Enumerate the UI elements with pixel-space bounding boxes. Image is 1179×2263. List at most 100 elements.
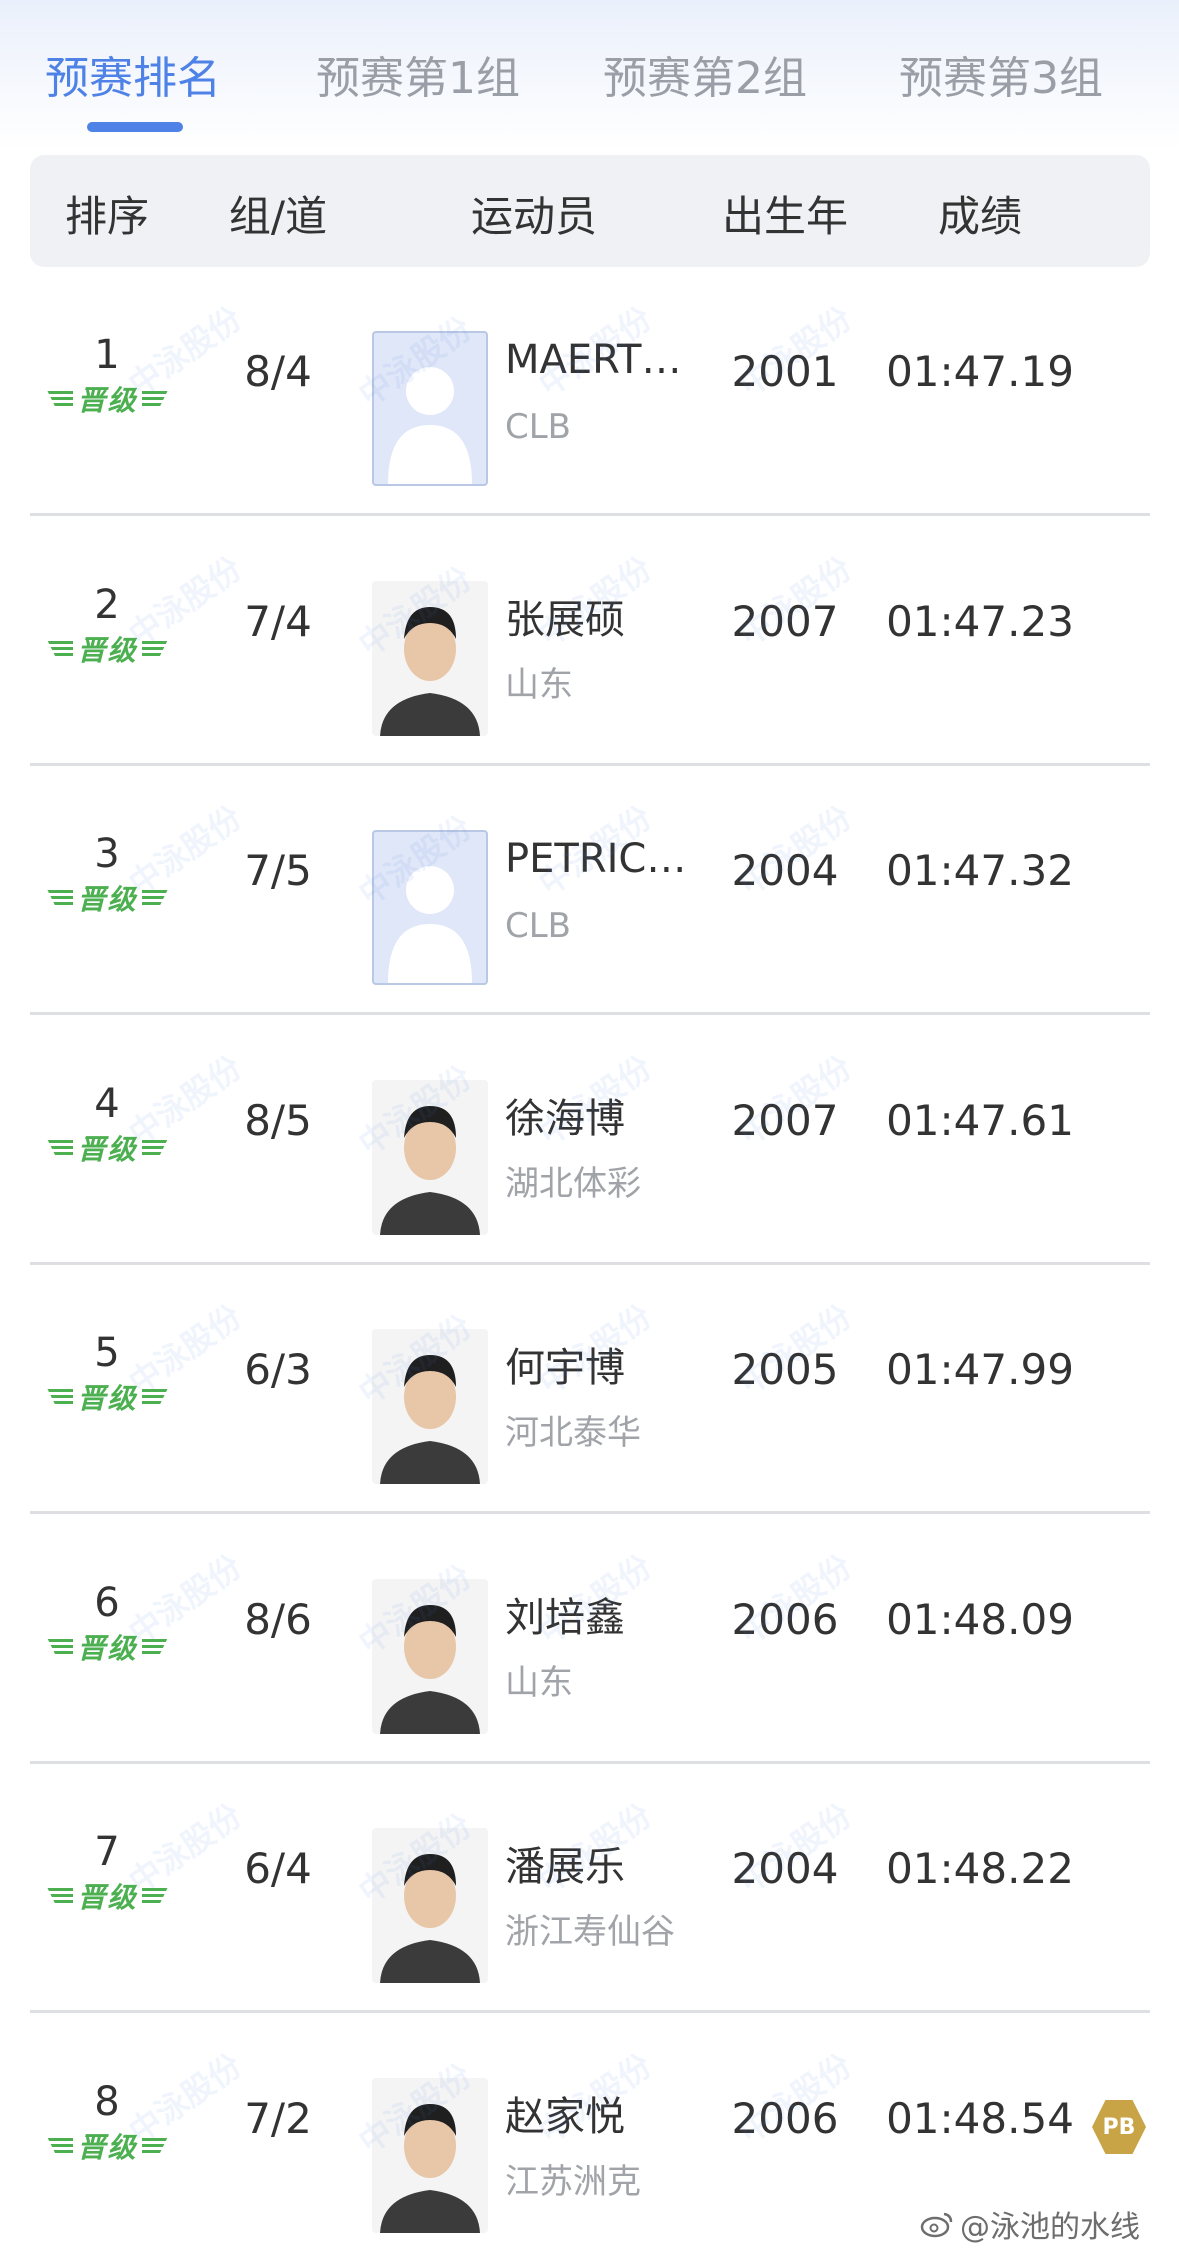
- heat-lane: 8/6: [244, 1594, 312, 1644]
- qualified-label: 晋级: [77, 1881, 138, 1914]
- athlete-team: 江苏洲克: [505, 2161, 641, 2202]
- athlete-photo: [372, 1828, 488, 1983]
- badge-wing-left: [47, 1638, 74, 1655]
- tab-heats-ranking[interactable]: 预赛排名: [45, 42, 221, 106]
- athlete-photo: [372, 580, 488, 736]
- credit-text: @泳池的水线: [960, 2210, 1140, 2245]
- badge-wing-right: [141, 1139, 168, 1156]
- table-row[interactable]: 1晋级8/4MAERT…CLB200101:47.19中泳股份中泳股份中泳股份中…: [30, 267, 1150, 516]
- badge-wing-right: [141, 640, 168, 657]
- badge-wing-right: [141, 1638, 168, 1655]
- athlete-team: 山东: [505, 1662, 573, 1703]
- tab-heat-group-1[interactable]: 预赛第1组: [316, 42, 520, 106]
- weibo-credit: @泳池的水线: [920, 2202, 1140, 2246]
- badge-wing-right: [141, 391, 168, 407]
- athlete-name[interactable]: 刘培鑫: [505, 1585, 625, 1643]
- qualified-label: 晋级: [77, 384, 138, 417]
- result-time: 01:48.09: [886, 1594, 1074, 1644]
- heat-lane: 8/4: [244, 347, 312, 396]
- birth-year: 2001: [731, 347, 839, 396]
- birth-year: 2004: [731, 846, 839, 895]
- table-row[interactable]: 4晋级8/5徐海博湖北体彩200701:47.61中泳股份中泳股份中泳股份中泳股…: [30, 1016, 1150, 1265]
- athlete-team: CLB: [505, 407, 572, 447]
- avatar: [372, 1578, 488, 1734]
- heat-lane: 8/5: [244, 1095, 312, 1145]
- rank-number: 8: [94, 2078, 120, 2125]
- rank-number: 7: [94, 1829, 120, 1875]
- qualified-label: 晋级: [77, 1132, 138, 1166]
- table-row[interactable]: 2晋级7/4张展硕山东200701:47.23中泳股份中泳股份中泳股份中泳股份: [30, 517, 1150, 766]
- table-row[interactable]: 5晋级6/3何宇博河北泰华200501:47.99中泳股份中泳股份中泳股份中泳股…: [30, 1265, 1150, 1514]
- badge-wing-left: [47, 1139, 74, 1156]
- birth-year: 2005: [731, 1345, 839, 1394]
- rank-number: 4: [94, 1080, 120, 1127]
- qualified-badge: 晋级: [45, 1878, 170, 1914]
- qualified-label: 晋级: [77, 2130, 138, 2164]
- athlete-team: 浙江寿仙谷: [505, 1912, 675, 1952]
- header-athlete: 运动员: [470, 192, 598, 241]
- qualified-label: 晋级: [77, 1382, 138, 1415]
- qualified-badge: 晋级: [45, 381, 170, 417]
- athlete-name[interactable]: 张展硕: [505, 587, 625, 645]
- active-tab-indicator: [87, 122, 183, 132]
- qualified-badge: 晋级: [45, 2128, 170, 2164]
- header-heat-lane: 组/道: [228, 192, 328, 241]
- qualified-badge: 晋级: [45, 1629, 170, 1665]
- athlete-name[interactable]: 潘展乐: [505, 1834, 625, 1892]
- heat-lane: 7/5: [244, 846, 312, 895]
- qualified-label: 晋级: [77, 633, 138, 667]
- rank-number: 5: [94, 1330, 120, 1376]
- heat-lane: 6/4: [244, 1844, 312, 1893]
- weibo-icon: [920, 2212, 953, 2238]
- athlete-team: CLB: [505, 906, 572, 946]
- header-rank: 排序: [64, 192, 150, 241]
- athlete-photo: [372, 1578, 488, 1734]
- result-time: 01:47.99: [886, 1345, 1074, 1394]
- badge-wing-right: [141, 1888, 168, 1904]
- heat-lane: 7/4: [244, 596, 312, 646]
- table-row[interactable]: 6晋级8/6刘培鑫山东200601:48.09中泳股份中泳股份中泳股份中泳股份: [30, 1515, 1150, 1764]
- avatar-icon: [388, 367, 472, 484]
- birth-year: 2004: [731, 1844, 839, 1893]
- result-time: 01:47.23: [886, 596, 1074, 646]
- athlete-photo: [372, 2077, 488, 2233]
- rank-number: 3: [94, 831, 120, 877]
- table-row[interactable]: 3 晋级 7/5 PETRIC… CLB 2004 01:47.32 中泳股份 中泳股份 中泳股份…: [30, 766, 1150, 1015]
- athlete-photo: [372, 1329, 488, 1484]
- athlete-team: 山东: [505, 664, 573, 705]
- athlete-name[interactable]: 徐海博: [505, 1086, 625, 1144]
- badge-wing-right: [141, 890, 168, 906]
- avatar: [372, 1079, 488, 1235]
- athlete-name[interactable]: 赵家悦: [505, 2084, 625, 2142]
- badge-wing-left: [47, 1888, 74, 1904]
- badge-wing-right: [141, 1389, 168, 1405]
- result-time: 01:48.22: [886, 1844, 1074, 1893]
- qualified-label: 晋级: [77, 1631, 138, 1665]
- header-birth-year: 出生年: [721, 192, 849, 241]
- heat-lane: 6/3: [244, 1345, 312, 1394]
- result-time: 01:48.54: [886, 2093, 1074, 2143]
- table-header: 排序 组/道 运动员 出生年 成绩: [30, 155, 1150, 267]
- avatar: [372, 1828, 488, 1983]
- tab-bar: 预赛排名 预赛第1组 预赛第2组 预赛第3组: [0, 0, 1179, 150]
- avatar-icon: [388, 866, 472, 983]
- heat-lane: 7/2: [244, 2093, 312, 2143]
- avatar: [372, 1329, 488, 1484]
- birth-year: 2006: [731, 1594, 839, 1644]
- badge-wing-left: [47, 1389, 74, 1405]
- athlete-name[interactable]: PETRIC…: [505, 836, 686, 882]
- result-time: 01:47.19: [886, 347, 1074, 396]
- tab-heat-group-3[interactable]: 预赛第3组: [899, 42, 1103, 106]
- result-time: 01:47.61: [886, 1095, 1074, 1145]
- rank-number: 2: [94, 581, 120, 628]
- birth-year: 2007: [731, 596, 839, 646]
- qualified-badge: 晋级: [45, 880, 170, 916]
- table-row[interactable]: 7晋级6/4潘展乐浙江寿仙谷200401:48.22中泳股份中泳股份中泳股份中泳…: [30, 1764, 1150, 2013]
- qualified-badge: 晋级: [45, 1130, 170, 1166]
- avatar-placeholder: [372, 331, 488, 486]
- athlete-name[interactable]: MAERT…: [505, 337, 681, 383]
- athlete-photo: [372, 1079, 488, 1235]
- badge-wing-left: [47, 2137, 74, 2154]
- tab-heat-group-2[interactable]: 预赛第2组: [603, 42, 807, 106]
- athlete-name[interactable]: 何宇博: [505, 1335, 625, 1393]
